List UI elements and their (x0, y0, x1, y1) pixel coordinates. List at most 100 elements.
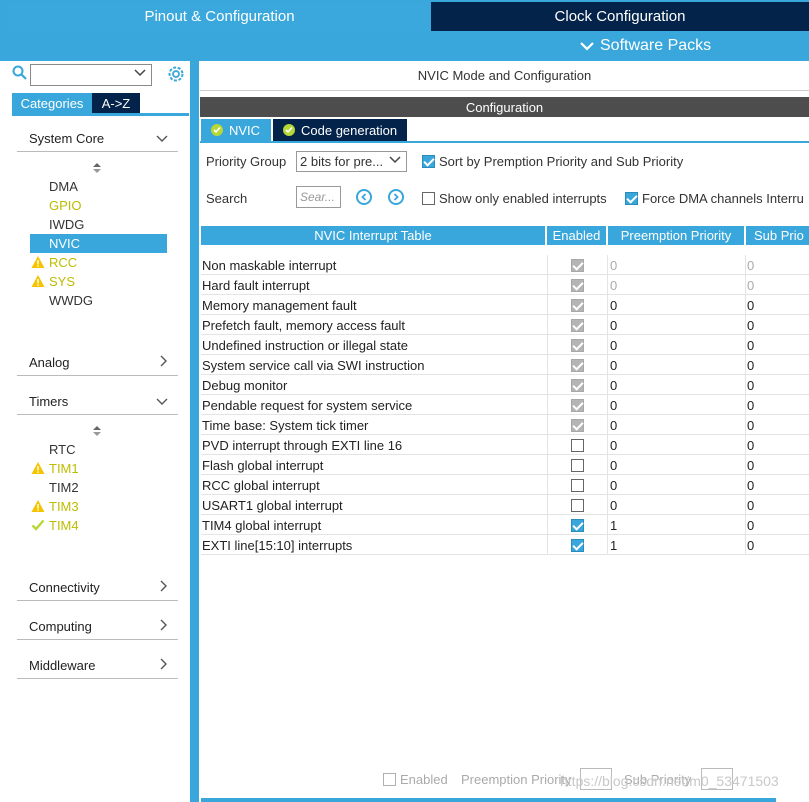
table-row[interactable]: Memory management fault 0 0 (201, 295, 809, 315)
interrupt-name-cell: Hard fault interrupt (202, 277, 310, 293)
enabled-cell (547, 355, 607, 375)
section-connectivity[interactable]: Connectivity (17, 575, 178, 601)
software-packs-menu[interactable]: Software Packs (580, 33, 711, 59)
preemption-priority-cell: 0 (607, 495, 745, 515)
section-timers[interactable]: Timers (17, 389, 178, 415)
checkbox[interactable] (625, 192, 638, 205)
interrupt-name-cell: Time base: System tick timer (202, 417, 369, 433)
search-next-button[interactable] (388, 189, 404, 205)
table-row[interactable]: Hard fault interrupt 0 0 (201, 275, 809, 295)
sidebar-item-tim1[interactable]: TIM1 (30, 459, 167, 478)
section-analog[interactable]: Analog (17, 350, 178, 376)
tab-nvic[interactable]: NVIC (201, 119, 271, 141)
section-system-core[interactable]: System Core (17, 126, 178, 152)
column-header-sub-priority[interactable]: Sub Prio (746, 226, 809, 245)
show-enabled-checkbox[interactable]: Show only enabled interrupts (422, 191, 607, 206)
tab-a-to-z[interactable]: A->Z (92, 93, 140, 113)
interrupt-name-cell: PVD interrupt through EXTI line 16 (202, 437, 403, 453)
sidebar-item-tim4[interactable]: TIM4 (30, 516, 167, 535)
enabled-cell (547, 375, 607, 395)
sub-priority-cell: 0 (745, 355, 809, 375)
enabled-checkbox[interactable] (571, 498, 584, 512)
interrupt-name-cell: Memory management fault (202, 297, 357, 313)
search-icon[interactable] (12, 65, 28, 81)
enabled-checkbox (571, 318, 584, 332)
enabled-checkbox (571, 278, 584, 292)
enabled-checkbox (571, 418, 584, 432)
sort-arrow-icon[interactable] (92, 426, 102, 438)
force-dma-label: Force DMA channels Interru (642, 191, 804, 206)
table-row[interactable]: Non maskable interrupt 0 0 (201, 255, 809, 275)
tab-pinout-configuration[interactable]: Pinout & Configuration (8, 2, 431, 31)
search-input[interactable]: Sear... (296, 186, 341, 208)
enabled-checkbox[interactable] (571, 478, 584, 492)
interrupt-name-cell: System service call via SWI instruction (202, 357, 425, 373)
sidebar-item-rcc[interactable]: RCC (30, 253, 167, 272)
table-row[interactable]: Pendable request for system service 0 0 (201, 395, 809, 415)
enabled-cell (547, 515, 607, 535)
sub-priority-cell: 0 (745, 495, 809, 515)
enabled-checkbox[interactable] (571, 538, 584, 552)
enabled-checkbox (571, 338, 584, 352)
table-row[interactable]: Time base: System tick timer 0 0 (201, 415, 809, 435)
sidebar-item-tim3[interactable]: TIM3 (30, 497, 167, 516)
force-dma-checkbox[interactable]: Force DMA channels Interru (625, 191, 809, 206)
sidebar-item-label: RTC (49, 442, 76, 457)
gear-icon[interactable] (166, 64, 186, 84)
table-row[interactable]: USART1 global interrupt 0 0 (201, 495, 809, 515)
sidebar-item-label: WWDG (49, 293, 94, 308)
sort-priority-checkbox[interactable]: Sort by Premption Priority and Sub Prior… (422, 154, 683, 169)
enabled-cell (547, 315, 607, 335)
priority-group-select[interactable]: 2 bits for pre... (296, 151, 407, 172)
chevron-down-icon (156, 132, 168, 146)
sidebar-item-label: SYS (49, 274, 76, 289)
checkbox[interactable] (383, 773, 396, 786)
sub-priority-cell: 0 (745, 295, 809, 315)
search-combobox[interactable] (30, 64, 152, 86)
enabled-checkbox[interactable] (571, 458, 584, 472)
sidebar-item-nvic[interactable]: NVIC (30, 234, 167, 253)
table-row[interactable]: PVD interrupt through EXTI line 16 0 0 (201, 435, 809, 455)
tab-code-generation[interactable]: Code generation (273, 119, 407, 141)
table-row[interactable]: Undefined instruction or illegal state 0 0 (201, 335, 809, 355)
section-middleware[interactable]: Middleware (17, 653, 178, 679)
section-computing[interactable]: Computing (17, 614, 178, 640)
column-header-name[interactable]: NVIC Interrupt Table (201, 226, 545, 245)
column-header-enabled[interactable]: Enabled (547, 226, 606, 245)
warning-icon (31, 499, 45, 513)
sidebar-item-dma[interactable]: DMA (30, 177, 167, 196)
sidebar-item-iwdg[interactable]: IWDG (30, 215, 167, 234)
table-row[interactable]: EXTI line[15:10] interrupts 1 0 (201, 535, 809, 555)
enabled-checkbox[interactable] (571, 438, 584, 452)
search-previous-button[interactable] (356, 189, 372, 205)
sidebar-item-wwdg[interactable]: WWDG (30, 291, 167, 310)
table-row[interactable]: Flash global interrupt 0 0 (201, 455, 809, 475)
table-row[interactable]: TIM4 global interrupt 1 0 (201, 515, 809, 535)
bottom-scrollbar[interactable] (201, 798, 776, 802)
column-header-preemption[interactable]: Preemption Priority (608, 226, 744, 245)
enabled-cell (547, 475, 607, 495)
checkbox[interactable] (422, 155, 435, 168)
sidebar-item-rtc[interactable]: RTC (30, 440, 167, 459)
tab-categories[interactable]: Categories (12, 93, 92, 113)
sub-priority-cell: 0 (745, 375, 809, 395)
sidebar-item-tim2[interactable]: TIM2 (30, 478, 167, 497)
chevron-left-icon (361, 193, 367, 201)
table-row[interactable]: RCC global interrupt 0 0 (201, 475, 809, 495)
table-row[interactable]: Debug monitor 0 0 (201, 375, 809, 395)
sidebar-item-gpio[interactable]: GPIO (30, 196, 167, 215)
tab-clock-configuration[interactable]: Clock Configuration (431, 2, 809, 31)
table-row[interactable]: System service call via SWI instruction 0… (201, 355, 809, 375)
chevron-right-icon (160, 355, 168, 370)
sort-arrow-icon[interactable] (92, 163, 102, 175)
left-panel-splitter[interactable] (190, 61, 199, 802)
checkbox[interactable] (422, 192, 435, 205)
sidebar-item-label: IWDG (49, 217, 85, 232)
sidebar-item-sys[interactable]: SYS (30, 272, 167, 291)
warning-icon (31, 255, 45, 269)
section-label: Middleware (29, 658, 96, 673)
enabled-checkbox[interactable] (571, 518, 584, 532)
tab-underline (200, 141, 809, 143)
table-row[interactable]: Prefetch fault, memory access fault 0 0 (201, 315, 809, 335)
bottom-enabled-checkbox[interactable]: Enabled (383, 772, 448, 787)
